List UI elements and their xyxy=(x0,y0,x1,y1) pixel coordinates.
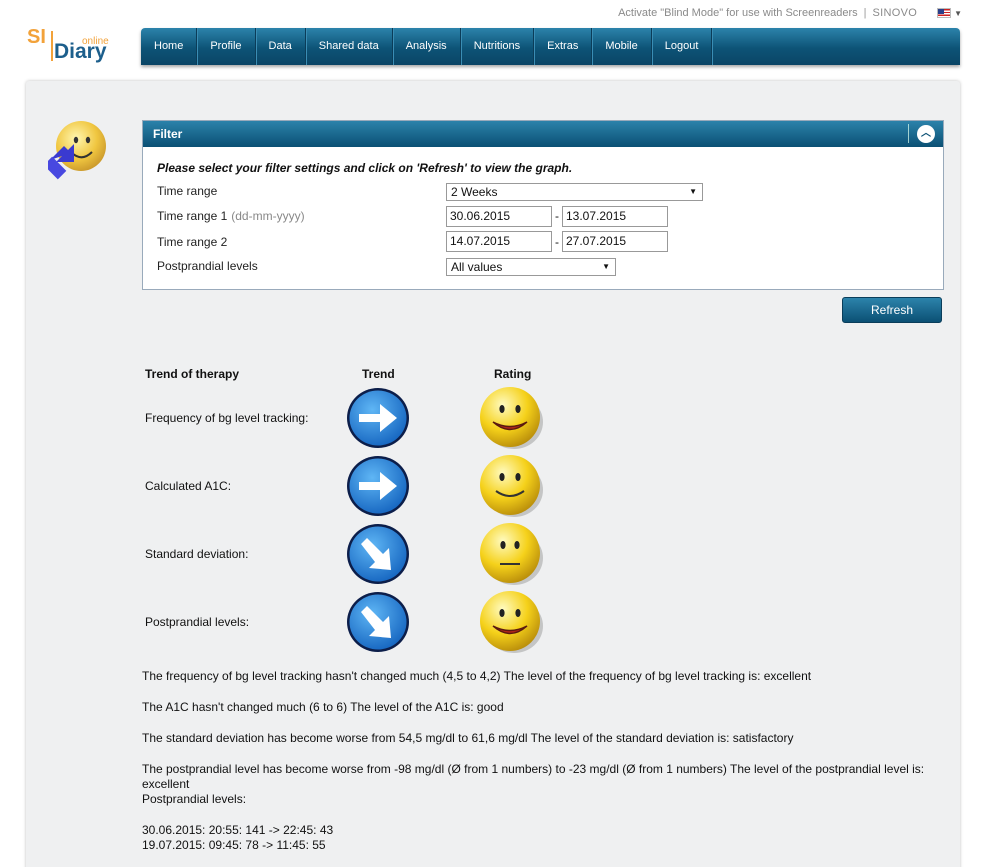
row-label-frequency: Frequency of bg level tracking: xyxy=(145,411,309,425)
nav-nutritions[interactable]: Nutritions xyxy=(461,28,535,65)
refresh-button[interactable]: Refresh xyxy=(842,297,942,323)
nav-home[interactable]: Home xyxy=(141,28,198,65)
down-right-arrow-icon xyxy=(347,524,409,584)
postprandial-select-value: All values xyxy=(451,260,503,274)
language-dropdown-icon[interactable]: ▼ xyxy=(954,9,962,18)
time-range1-from-input[interactable]: 30.06.2015 xyxy=(446,206,552,227)
main-nav: Home Profile Data Shared data Analysis N… xyxy=(141,28,960,65)
us-flag-icon[interactable] xyxy=(937,8,952,18)
happy-smiley-icon xyxy=(480,591,543,653)
nav-extras[interactable]: Extras xyxy=(534,28,593,65)
date-format-hint: (dd-mm-yyyy) xyxy=(231,209,305,223)
time-range2-to-input[interactable]: 27.07.2015 xyxy=(562,231,668,252)
postprandial-list-title: Postprandial levels: xyxy=(142,792,247,806)
happy-smiley-icon xyxy=(480,387,543,449)
logo-si: SI xyxy=(27,26,46,48)
time-range2-label: Time range 2 xyxy=(157,235,228,249)
postprandial-label: Postprandial levels xyxy=(157,259,258,273)
time-range-label: Time range xyxy=(157,184,218,198)
nav-mobile[interactable]: Mobile xyxy=(592,28,652,65)
filter-header[interactable]: Filter ︿ xyxy=(143,121,943,147)
top-bar: Activate "Blind Mode" for use with Scree… xyxy=(618,7,962,19)
topbar-separator: | xyxy=(863,7,867,19)
filter-intro-text: Please select your filter settings and c… xyxy=(157,161,573,175)
logo-bar xyxy=(51,31,53,61)
summary-std-dev: The standard deviation has become worse … xyxy=(142,731,794,745)
chevron-down-icon: ▼ xyxy=(689,187,697,196)
down-right-arrow-icon xyxy=(347,592,409,652)
postprandial-entry: 19.07.2015: 09:45: 78 -> 11:45: 55 xyxy=(142,838,326,852)
time-range1-dash: - xyxy=(555,209,559,223)
time-range-select-value: 2 Weeks xyxy=(451,185,498,199)
summary-postprandial: The postprandial level has become worse … xyxy=(142,762,925,791)
time-range-select[interactable]: 2 Weeks ▼ xyxy=(446,183,703,201)
postprandial-select[interactable]: All values ▼ xyxy=(446,258,616,276)
smile-smiley-icon xyxy=(480,455,543,517)
nav-analysis[interactable]: Analysis xyxy=(393,28,461,65)
header-trend: Trend xyxy=(362,367,395,381)
time-range1-row: Time range 1 (dd-mm-yyyy) xyxy=(157,209,305,223)
filter-panel: Filter ︿ Please select your filter setti… xyxy=(142,120,944,290)
neutral-smiley-icon xyxy=(480,523,543,585)
nav-profile[interactable]: Profile xyxy=(197,28,256,65)
brand-link[interactable]: SINOVO xyxy=(872,7,917,19)
time-range2-dash: - xyxy=(555,235,559,249)
row-label-std-dev: Standard deviation: xyxy=(145,547,249,561)
analysis-smiley-icon xyxy=(48,121,106,180)
row-label-a1c: Calculated A1C: xyxy=(145,479,232,493)
filter-title: Filter xyxy=(153,127,183,141)
row-label-postprandial: Postprandial levels: xyxy=(145,615,250,629)
logo[interactable]: SI online Diary xyxy=(27,26,115,66)
right-arrow-icon xyxy=(347,388,409,448)
summary-a1c: The A1C hasn't changed much (6 to 6) The… xyxy=(142,700,504,714)
nav-data[interactable]: Data xyxy=(256,28,306,65)
time-range1-label: Time range 1 xyxy=(157,209,228,223)
logo-diary: Diary xyxy=(54,40,107,63)
summary-frequency: The frequency of bg level tracking hasn'… xyxy=(142,669,812,683)
nav-shared-data[interactable]: Shared data xyxy=(306,28,393,65)
header-rating: Rating xyxy=(494,367,532,381)
time-range2-from-input[interactable]: 14.07.2015 xyxy=(446,231,552,252)
time-range1-to-input[interactable]: 13.07.2015 xyxy=(562,206,668,227)
collapse-chevron-up-icon[interactable]: ︿ xyxy=(917,125,935,143)
nav-logout[interactable]: Logout xyxy=(652,28,713,65)
blind-mode-link[interactable]: Activate "Blind Mode" for use with Scree… xyxy=(618,7,858,19)
header-trend-of-therapy: Trend of therapy xyxy=(145,367,240,381)
postprandial-entry: 30.06.2015: 20:55: 141 -> 22:45: 43 xyxy=(142,823,334,837)
right-arrow-icon xyxy=(347,456,409,516)
filter-header-divider xyxy=(908,124,909,143)
chevron-down-icon: ▼ xyxy=(602,262,610,271)
